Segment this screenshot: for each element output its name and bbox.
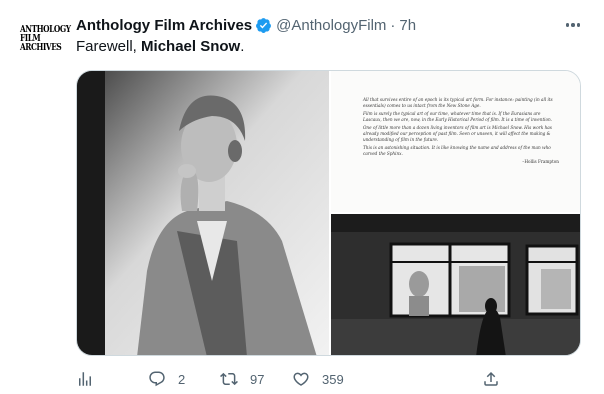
action-bar: 2 97 359 [76, 368, 506, 390]
quote-paragraph: One of little more than a dozen living i… [363, 125, 552, 142]
share-button[interactable] [482, 368, 500, 390]
quote-paragraph: Film is surely the typical art of our ti… [363, 111, 553, 122]
quote-text: All that survives entire of an epoch is … [363, 97, 559, 168]
portrait-image [77, 71, 329, 355]
analytics-button[interactable] [76, 368, 94, 390]
analytics-icon [79, 372, 91, 386]
more-options-icon[interactable] [564, 16, 582, 34]
quote-paragraph: This is an astonishing situation. It is … [363, 145, 551, 156]
tweet-text-bold[interactable]: Michael Snow [141, 38, 240, 55]
retweet-button[interactable]: 97 [220, 368, 264, 390]
reply-button[interactable]: 2 [148, 368, 185, 390]
separator-dot: · [390, 16, 396, 34]
photo-portrait[interactable] [77, 71, 329, 355]
quote-paragraph: All that survives entire of an epoch is … [363, 97, 553, 108]
author-name[interactable]: Anthology Film Archives [76, 17, 252, 34]
tweet-text: Farewell, Michael Snow. [76, 38, 244, 55]
like-count: 359 [322, 371, 344, 387]
quote-page[interactable]: All that survives entire of an epoch is … [331, 71, 580, 212]
reply-icon [149, 371, 165, 387]
retweet-icon [220, 372, 238, 386]
heart-icon [293, 372, 309, 386]
timestamp[interactable]: 7h [399, 17, 416, 34]
share-icon [484, 371, 498, 386]
media-grid: All that survives entire of an epoch is … [76, 70, 581, 356]
tweet-header: Anthology Film Archives @AnthologyFilm ·… [76, 15, 416, 35]
tweet-text-prefix: Farewell, [76, 38, 142, 55]
author-handle[interactable]: @AnthologyFilm [276, 17, 386, 34]
window-image [331, 214, 580, 355]
like-button[interactable]: 359 [292, 368, 344, 390]
photo-window[interactable] [331, 214, 580, 355]
avatar[interactable]: ANTHOLOGY FILM ARCHIVES [16, 14, 71, 62]
retweet-count: 97 [250, 371, 265, 387]
avatar-line-3: ARCHIVES [20, 41, 62, 53]
tweet-text-suffix: . [240, 38, 245, 55]
quote-attribution: –Hollis Frampton [522, 159, 559, 165]
reply-count: 2 [178, 371, 186, 387]
verified-badge-icon [256, 17, 272, 33]
